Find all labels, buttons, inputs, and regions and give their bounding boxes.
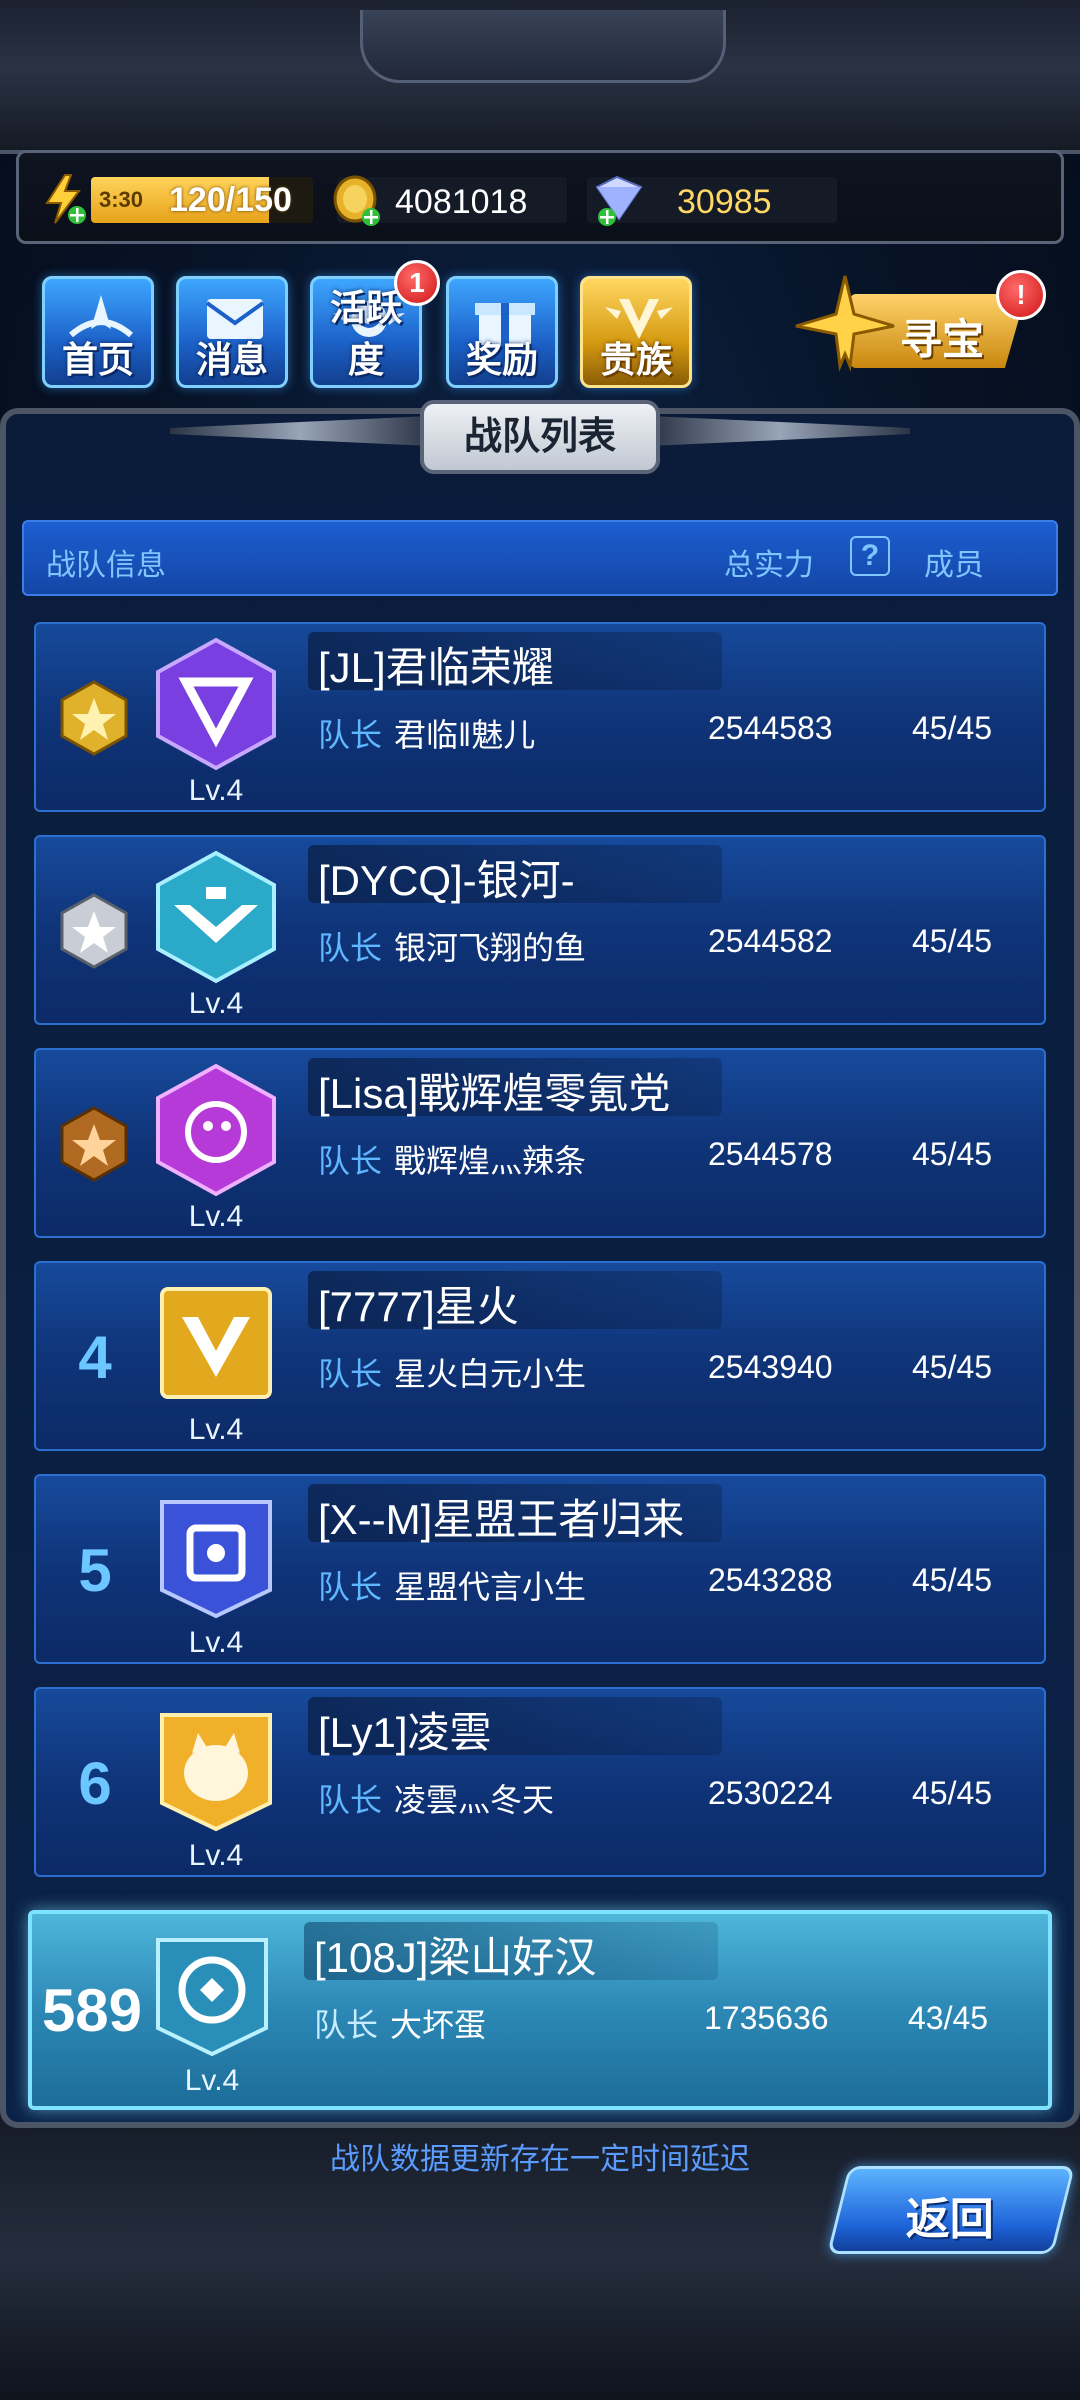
team-level: Lv.4 [188,1626,244,1659]
team-emblem-icon [160,1287,272,1399]
gem-counter[interactable]: 30985 [587,175,837,226]
energy-value: 120/150 [169,181,292,219]
captain-name: 大坏蛋 [390,2007,487,2043]
gem-value: 30985 [677,183,772,221]
coin-icon [333,175,380,226]
team-level: Lv.4 [188,1200,244,1233]
treasure-label: 寻宝 [900,316,985,363]
team-row[interactable]: Lv.4 [DYCQ]-银河- 队长 银河飞翔的鱼 2544582 45/45 [34,835,1046,1025]
coin-value: 4081018 [395,183,528,221]
team-members: 45/45 [912,1136,993,1172]
team-power: 2543940 [708,1349,833,1385]
header-team-info: 战队信息 [46,549,166,582]
captain-name: 星盟代言小生 [394,1569,587,1605]
team-name: [X--M]星盟王者归来 [318,1496,685,1543]
team-level: Lv.4 [184,2064,240,2097]
energy-meter: 3:30 120/150 [91,177,313,223]
team-row[interactable]: 4 Lv.4 [7777]星火 队长 星火白元小生 2543940 45/45 [34,1261,1046,1451]
team-power: 2530224 [708,1775,833,1811]
captain-name: 凌雲灬冬天 [394,1782,555,1818]
diamond-icon [595,175,643,226]
team-name: [DYCQ]-银河- [318,857,575,904]
team-level: Lv.4 [188,774,244,807]
team-members: 43/45 [908,2000,989,2036]
team-emblem-icon [156,1938,268,2057]
team-power: 2544582 [708,923,833,959]
gold-medal-icon [60,680,128,756]
top-frame [0,0,1080,154]
captain-label: 队长 [314,2007,379,2043]
captain-label: 队长 [318,717,383,753]
team-power: 2544583 [708,710,833,746]
activity-badge: 1 [394,260,440,306]
rank-number: 5 [78,1537,112,1604]
team-members: 45/45 [912,1349,993,1385]
back-label: 返回 [905,2195,994,2244]
panel-title: 战队列表 [463,416,616,458]
bronze-medal-icon [60,1106,128,1182]
captain-label: 队长 [318,1569,383,1605]
rewards-button[interactable]: 奖励 [446,276,558,388]
team-name: [JL]君临荣耀 [318,644,554,691]
nobility-button[interactable]: 贵族 [580,276,692,388]
resource-bar: 3:30 120/150 4081018 30985 [16,150,1064,244]
team-level: Lv.4 [188,1839,244,1872]
team-emblem-icon [156,637,276,771]
captain-label: 队长 [318,930,383,966]
home-label: 首页 [61,339,134,380]
team-members: 45/45 [912,1775,993,1811]
team-emblem-icon [160,1713,272,1832]
team-members: 45/45 [912,1562,993,1598]
team-row[interactable]: 5 Lv.4 [X--M]星盟王者归来 队长 星盟代言小生 2543288 45… [34,1474,1046,1664]
back-button[interactable]: 返回 [827,2166,1075,2254]
energy-timer: 3:30 [99,187,144,212]
treasure-badge: ! [996,270,1046,320]
header-total-power: 总实力 [724,549,814,582]
coin-counter[interactable]: 4081018 [333,175,567,226]
captain-name: 君临‖魅儿 [394,717,536,753]
rewards-label: 奖励 [465,339,538,380]
captain-name: 戰辉煌灬辣条 [394,1143,587,1179]
team-name: [7777]星火 [318,1283,519,1330]
help-icon[interactable]: ? [850,536,890,576]
my-team-row[interactable]: 589 Lv.4 [108J]梁山好汉 队长 大坏蛋 1735636 43/45 [28,1910,1052,2110]
home-button[interactable]: 首页 [42,276,154,388]
team-members: 45/45 [912,923,993,959]
team-level: Lv.4 [188,1413,244,1446]
header-members: 成员 [924,549,984,582]
messages-label: 消息 [195,339,268,380]
panel-title-plate: 战队列表 [420,400,660,474]
team-row[interactable]: Lv.4 [JL]君临荣耀 队长 君临‖魅儿 2544583 45/45 [34,622,1046,812]
team-name: [Ly1]凌雲 [318,1709,492,1756]
team-power: 1735636 [704,2000,829,2036]
team-level: Lv.4 [188,987,244,1020]
team-row[interactable]: 6 Lv.4 [Ly1]凌雲 队长 凌雲灬冬天 2530224 45/45 [34,1687,1046,1877]
captain-label: 队长 [318,1356,383,1392]
team-emblem-icon [156,850,276,984]
captain-name: 银河飞翔的鱼 [394,930,587,966]
team-emblem-icon [160,1500,272,1619]
messages-button[interactable]: 消息 [176,276,288,388]
team-emblem-icon [156,1063,276,1197]
team-row[interactable]: Lv.4 [Lisa]戰辉煌零氪党 队长 戰辉煌灬辣条 2544578 45/4… [34,1048,1046,1238]
team-power: 2544578 [708,1136,833,1172]
nobility-label: 贵族 [599,339,672,380]
captain-label: 队长 [318,1143,383,1179]
team-name: [108J]梁山好汉 [314,1934,597,1981]
team-name: [Lisa]戰辉煌零氪党 [318,1070,671,1117]
rank-number: 6 [78,1750,112,1817]
captain-name: 星火白元小生 [394,1356,587,1392]
rank-number: 4 [78,1324,112,1391]
jet-icon [795,275,895,372]
team-members: 45/45 [912,710,993,746]
team-power: 2543288 [708,1562,833,1598]
list-header: 战队信息 总实力 ? 成员 [22,520,1058,596]
silver-medal-icon [60,893,128,969]
my-rank-number: 589 [41,1977,143,2044]
treasure-button[interactable]: 寻宝 [790,270,1030,390]
captain-label: 队长 [318,1782,383,1818]
energy-icon[interactable] [39,173,87,225]
